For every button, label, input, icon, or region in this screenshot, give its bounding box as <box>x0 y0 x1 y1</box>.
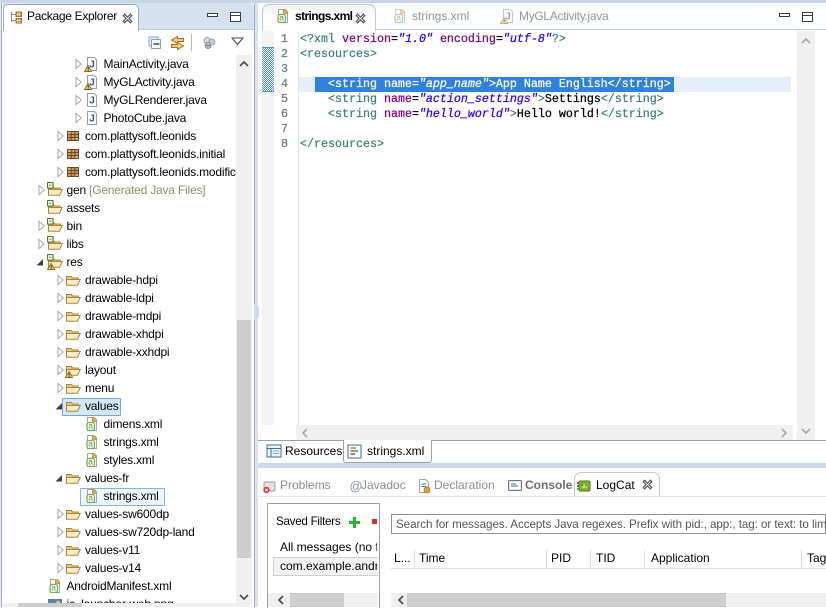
svg-text:a: a <box>396 13 401 23</box>
svg-text:a: a <box>279 13 284 23</box>
svg-text:a: a <box>51 583 56 593</box>
svg-text:J: J <box>89 96 95 107</box>
svg-text:a: a <box>88 457 93 467</box>
svg-text:J: J <box>89 114 95 125</box>
svg-text:a: a <box>88 421 93 431</box>
svg-text:a: a <box>88 439 93 449</box>
svg-text:a: a <box>88 493 93 503</box>
